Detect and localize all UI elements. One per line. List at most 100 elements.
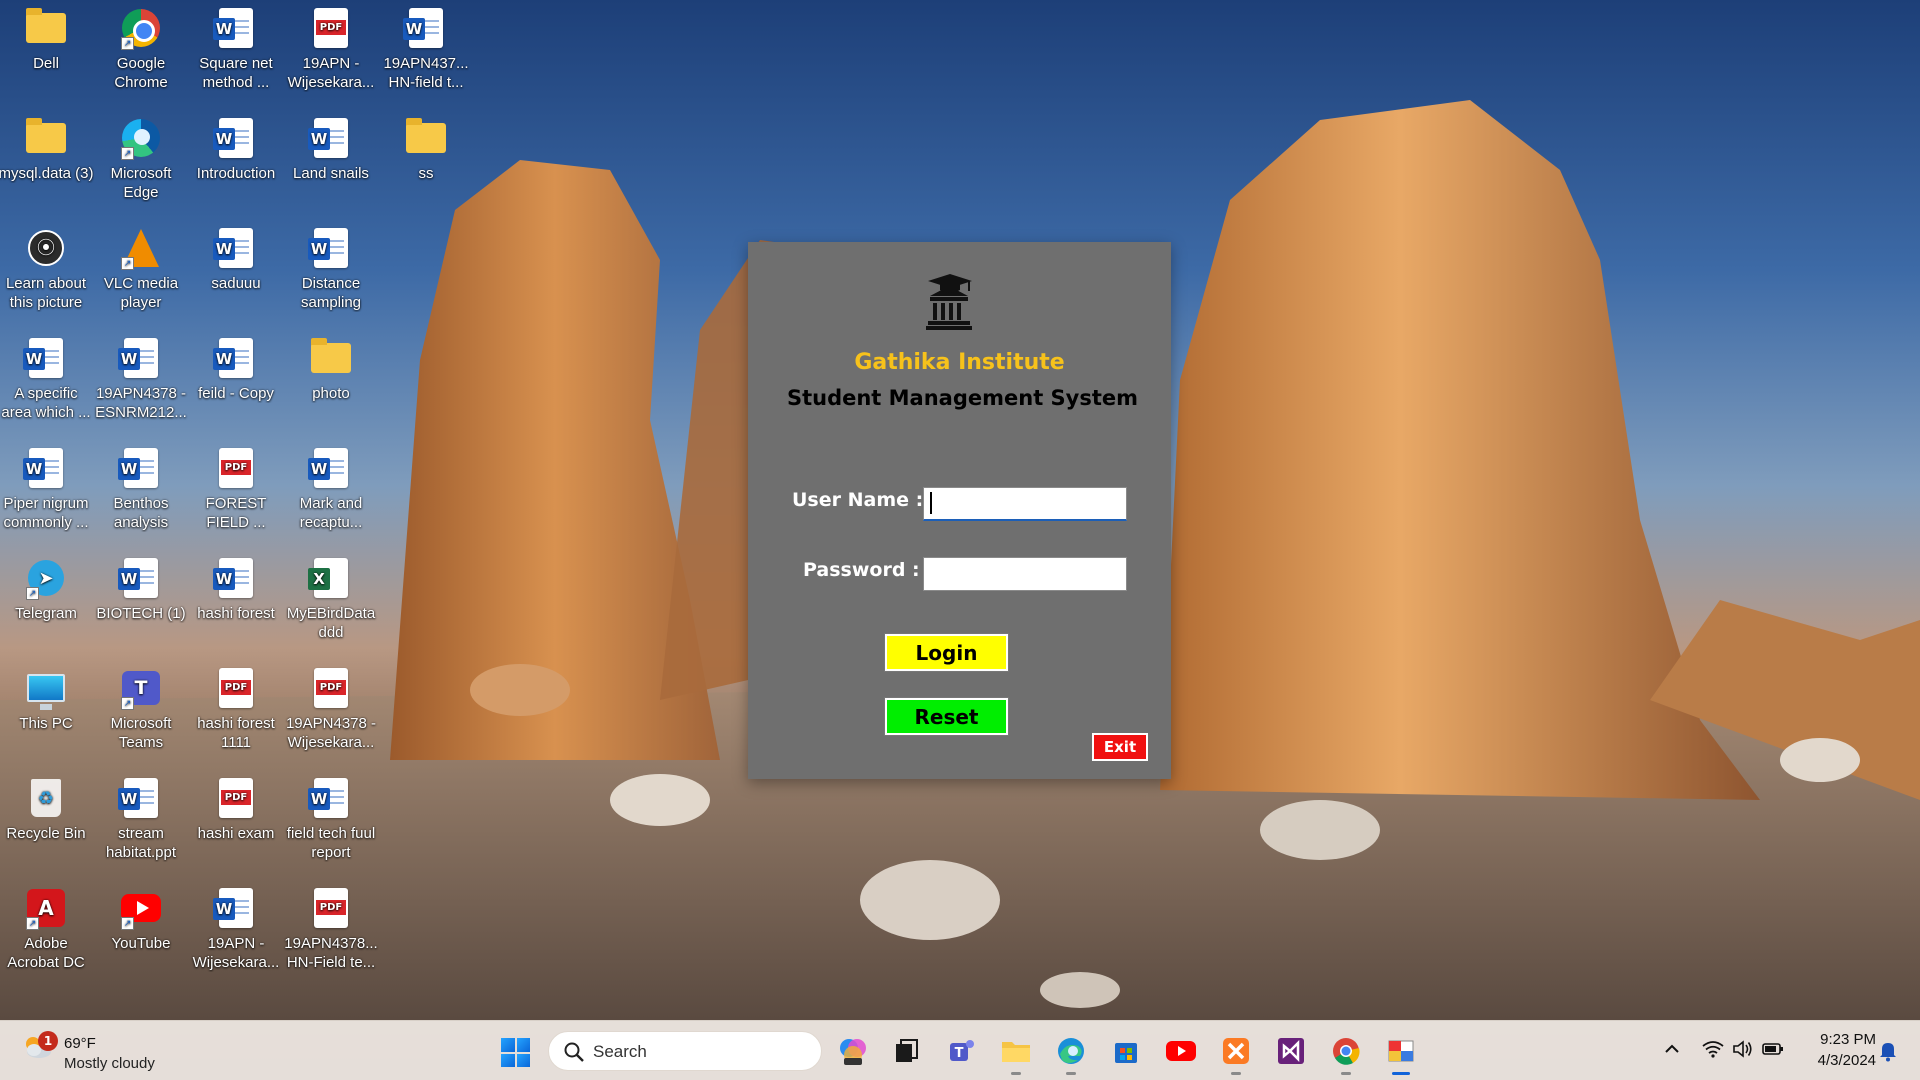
desktop-icon[interactable]: Mark and recaptu... (285, 440, 377, 546)
running-indicator (1066, 1072, 1076, 1075)
file-explorer-icon[interactable] (998, 1033, 1034, 1075)
desktop-icon-label: photo (312, 385, 350, 402)
desktop-icon-label: Google Chrome (114, 55, 168, 91)
desktop-icon[interactable]: 19APN -Wijesekara... (285, 0, 377, 106)
desktop-icon[interactable]: FOREST FIELD ... (190, 440, 282, 546)
desktop-icon[interactable]: T ↗ Microsoft Teams (95, 660, 187, 766)
password-input[interactable] (923, 557, 1127, 591)
teams-icon[interactable]: T (943, 1033, 979, 1069)
shortcut-arrow-icon: ↗ (121, 917, 134, 930)
desktop-icon[interactable]: hashi forest 1111 (190, 660, 282, 766)
weather-temperature: 69°F (64, 1035, 96, 1052)
task-view-icon[interactable] (889, 1033, 925, 1069)
desktop-icon[interactable]: MyEBirdData ddd (285, 550, 377, 656)
reset-button[interactable]: Reset (885, 698, 1008, 735)
system-clock[interactable]: 9:23 PM 4/3/2024 (1786, 1029, 1876, 1071)
running-indicator (1341, 1072, 1351, 1075)
desktop-icon[interactable]: A specific area which ... (0, 330, 92, 436)
desktop-icon-label: feild - Copy (198, 385, 274, 402)
username-input[interactable] (923, 487, 1127, 521)
desktop-icon[interactable]: This PC (0, 660, 92, 766)
spotlight-icon: ⦿ (24, 226, 68, 270)
desktop-icon[interactable]: ↗ VLC media player (95, 220, 187, 326)
desktop-icon[interactable]: hashi exam (190, 770, 282, 876)
word-document-icon (118, 336, 163, 380)
desktop-icon[interactable]: Introduction (190, 110, 282, 216)
chrome-icon[interactable] (1328, 1033, 1364, 1075)
weather-widget[interactable]: 1 69°F Mostly cloudy (20, 1029, 180, 1073)
teams-icon: T ↗ (119, 666, 163, 710)
desktop-icon[interactable]: ⦿ Learn about this picture (0, 220, 92, 326)
battery-icon[interactable] (1762, 1039, 1784, 1063)
desktop-icon[interactable]: ➤ ↗ Telegram (0, 550, 92, 656)
wifi-icon[interactable] (1702, 1039, 1724, 1063)
this-pc-icon (24, 666, 68, 710)
shortcut-arrow-icon: ↗ (26, 587, 39, 600)
login-button[interactable]: Login (885, 634, 1008, 671)
desktop-icon-label: stream habitat.ppt (105, 825, 177, 861)
desktop-icon[interactable]: Square net method ... (190, 0, 282, 106)
desktop-icon-label: FOREST FIELD ... (205, 495, 267, 531)
desktop-icon[interactable]: Piper nigrum commonly ... (0, 440, 92, 546)
desktop-icon[interactable]: 19APN4378 -ESNRM212... (95, 330, 187, 436)
start-button[interactable] (501, 1038, 530, 1067)
word-document-icon (403, 6, 448, 50)
desktop-icon[interactable]: Benthos analysis (95, 440, 187, 546)
desktop-icon[interactable]: 19APN4378 -Wijesekara... (285, 660, 377, 766)
shortcut-arrow-icon: ↗ (26, 917, 39, 930)
desktop-icon[interactable]: A ↗ Adobe Acrobat DC (0, 880, 92, 986)
exit-button[interactable]: Exit (1092, 733, 1148, 761)
word-document-icon (213, 6, 258, 50)
desktop-icon-label: Benthos analysis (113, 495, 169, 531)
running-indicator (1011, 1072, 1021, 1075)
desktop-icon[interactable]: mysql.data (3) (0, 110, 94, 216)
copilot-icon[interactable] (835, 1033, 871, 1069)
desktop-icon[interactable]: 19APN437... HN-field t... (380, 0, 472, 106)
folder-icon (24, 6, 68, 50)
desktop-icon[interactable]: 19APN -Wijesekara... (190, 880, 282, 986)
desktop-icon-label: A specific area which ... (1, 385, 91, 421)
desktop-icon[interactable]: saduuu (190, 220, 282, 326)
shortcut-arrow-icon: ↗ (121, 37, 134, 50)
desktop-icon[interactable]: ↗ YouTube (95, 880, 187, 986)
weather-condition: Mostly cloudy (64, 1055, 155, 1072)
desktop-icon[interactable]: Dell (0, 0, 92, 106)
pdf-document-icon (309, 666, 353, 710)
desktop-icon[interactable]: ↗ Microsoft Edge (95, 110, 187, 216)
volume-icon[interactable] (1732, 1039, 1754, 1063)
desktop-icon[interactable]: BIOTECH (1) (95, 550, 187, 656)
edge-icon[interactable] (1053, 1033, 1089, 1075)
desktop-icon-label: 19APN4378 -Wijesekara... (285, 715, 377, 751)
desktop-icon[interactable]: ♻ Recycle Bin (0, 770, 92, 876)
java-app-icon[interactable] (1383, 1033, 1419, 1075)
desktop-icon-label: hashi exam (197, 825, 275, 842)
store-icon[interactable] (1108, 1033, 1144, 1069)
desktop-icon[interactable]: hashi forest (190, 550, 282, 656)
running-indicator (1392, 1072, 1410, 1075)
youtube-icon: ↗ (119, 886, 163, 930)
desktop-icon[interactable]: Land snails (285, 110, 377, 216)
excel-document-icon (308, 556, 353, 600)
desktop-icon[interactable]: 19APN4378... HN-Field te... (284, 880, 378, 986)
desktop-icon-label: Telegram (15, 605, 77, 622)
desktop-icon[interactable]: feild - Copy (190, 330, 282, 436)
vlc-icon: ↗ (119, 226, 163, 270)
word-document-icon (308, 446, 353, 490)
word-document-icon (213, 226, 258, 270)
desktop-icon[interactable]: photo (285, 330, 377, 436)
visual-studio-icon[interactable] (1273, 1033, 1309, 1069)
notification-bell-icon[interactable] (1878, 1039, 1898, 1063)
desktop-icon[interactable]: stream habitat.ppt (95, 770, 187, 876)
taskbar-search-box[interactable]: Search (548, 1031, 822, 1071)
word-document-icon (118, 556, 163, 600)
xampp-icon[interactable] (1218, 1033, 1254, 1075)
word-document-icon (213, 116, 258, 160)
show-hidden-icons-chevron-icon[interactable] (1664, 1039, 1680, 1063)
desktop-icon[interactable]: ↗ Google Chrome (95, 0, 187, 106)
youtube-icon[interactable] (1163, 1033, 1199, 1069)
desktop-icon[interactable]: Distance sampling (285, 220, 377, 326)
desktop-icon[interactable]: ss (380, 110, 472, 216)
pdf-document-icon (309, 6, 353, 50)
desktop-icon[interactable]: field tech fuul report (285, 770, 377, 876)
desktop-icon-label: Piper nigrum commonly ... (3, 495, 89, 531)
